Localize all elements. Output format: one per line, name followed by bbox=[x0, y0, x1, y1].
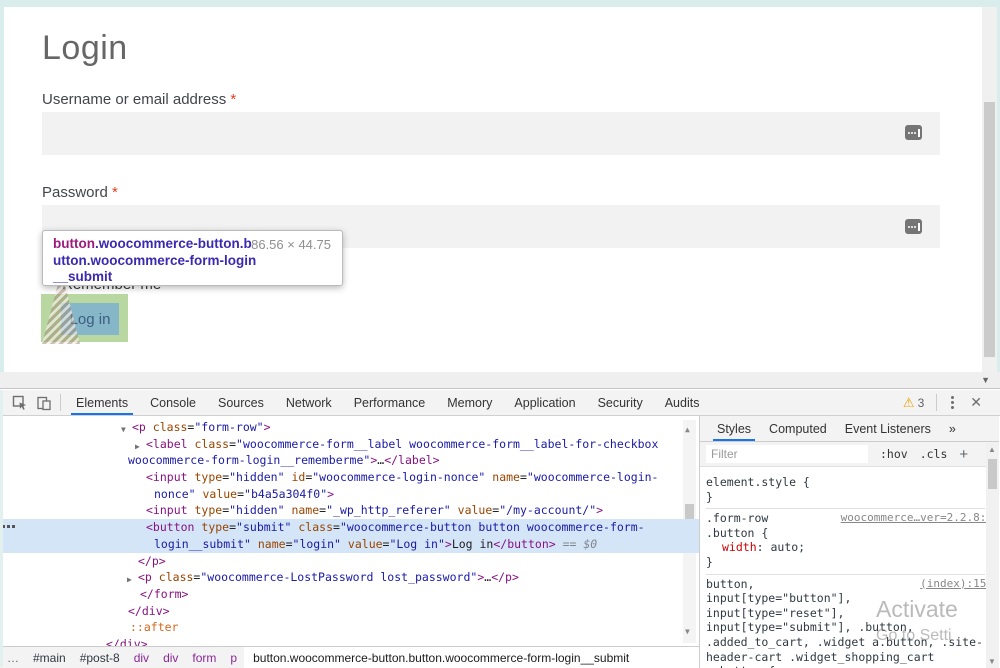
css-rules-list: element.style {}.form-rowwoocommerce…ver… bbox=[700, 467, 999, 668]
css-selector: .added_to_cart, .widget a.button, .site- bbox=[706, 635, 983, 649]
css-selector: input[type="button"], bbox=[706, 591, 851, 605]
devtools-panel: ElementsConsoleSourcesNetworkPerformance… bbox=[0, 390, 1000, 667]
scroll-down-icon[interactable]: ▼ bbox=[981, 375, 990, 385]
breadcrumb-item[interactable]: div bbox=[156, 647, 185, 668]
hov-toggle[interactable]: :hov bbox=[880, 447, 908, 461]
page-scrollbar-thumb[interactable] bbox=[984, 102, 995, 357]
css-selector: header-cart .widget_shopping_cart bbox=[706, 650, 934, 664]
password-manager-icon[interactable] bbox=[905, 125, 922, 140]
css-selector: input[type="submit"], .button, bbox=[706, 620, 914, 634]
dom-tree-line[interactable]: ▼<p class="form-row"> bbox=[0, 419, 699, 436]
css-property-name[interactable]: width bbox=[722, 540, 757, 554]
page-scrollbar-bottom: ▼ bbox=[0, 372, 1000, 389]
breadcrumb-item[interactable]: p bbox=[223, 647, 244, 668]
password-label: Password * bbox=[42, 184, 118, 201]
dom-tree-line[interactable]: <button type="submit" class="woocommerce… bbox=[0, 519, 699, 536]
dom-tree-line[interactable]: </form> bbox=[0, 586, 699, 603]
devtools-tab-console[interactable]: Console bbox=[139, 390, 207, 415]
sidebar-tab-event-listeners[interactable]: Event Listeners bbox=[836, 416, 940, 441]
devtools-tab-memory[interactable]: Memory bbox=[436, 390, 503, 415]
toolbar-divider bbox=[60, 394, 61, 411]
dom-tree-line[interactable]: login__submit" name="login" value="Log i… bbox=[0, 536, 699, 553]
devtools-toolbar: ElementsConsoleSourcesNetworkPerformance… bbox=[0, 390, 1000, 416]
required-asterisk: * bbox=[230, 91, 236, 108]
styles-sidebar: StylesComputedEvent Listeners» :hov .cls… bbox=[700, 416, 999, 668]
dom-tree-line[interactable]: <input type="hidden" id="woocommerce-log… bbox=[0, 469, 699, 486]
devtools-tab-audits[interactable]: Audits bbox=[654, 390, 711, 415]
elements-panel: ▲ ▼ ▼<p class="form-row">▶<label class="… bbox=[0, 416, 700, 668]
username-label: Username or email address * bbox=[42, 91, 236, 108]
breadcrumb-item[interactable]: form bbox=[185, 647, 223, 668]
sidebar-tab-styles[interactable]: Styles bbox=[708, 416, 760, 441]
inspect-tooltip: button.woocommerce-button.b 86.56 × 44.7… bbox=[42, 230, 343, 286]
sidebar-tab-bar: StylesComputedEvent Listeners» bbox=[700, 416, 999, 442]
device-toolbar-icon[interactable] bbox=[32, 392, 56, 414]
close-icon[interactable]: ✕ bbox=[964, 394, 992, 411]
sidebar-tabs-overflow-icon[interactable]: » bbox=[940, 416, 965, 441]
dom-tree-line[interactable]: </div> bbox=[0, 603, 699, 620]
password-manager-icon[interactable] bbox=[905, 219, 922, 234]
dom-tree: ▲ ▼ ▼<p class="form-row">▶<label class="… bbox=[0, 416, 699, 646]
styles-scrollbar[interactable]: ▲ ▼ bbox=[986, 443, 999, 668]
dom-tree-line[interactable]: nonce" value="b4a5a304f0"> bbox=[0, 486, 699, 503]
username-input[interactable] bbox=[42, 112, 940, 155]
css-rule[interactable]: .form-rowwoocommerce…ver=2.2.8:1.button … bbox=[706, 509, 985, 574]
devtools-tab-application[interactable]: Application bbox=[503, 390, 586, 415]
dom-breadcrumb: …#main#post-8divdivformpbutton.woocommer… bbox=[0, 646, 699, 668]
new-style-rule-button[interactable]: + bbox=[959, 446, 968, 463]
css-rule[interactable]: button,(index):155input[type="button"],i… bbox=[706, 575, 985, 668]
browser-page-viewport: Login Username or email address * Passwo… bbox=[0, 0, 1000, 372]
dom-tree-line[interactable]: woocommerce-form-login__rememberme">…</l… bbox=[0, 452, 699, 469]
stylesheet-source-link[interactable]: (index):155 bbox=[920, 577, 993, 592]
css-selector: input[type="reset"], bbox=[706, 606, 844, 620]
css-selector: .form-row bbox=[706, 511, 768, 525]
sidebar-tab-computed[interactable]: Computed bbox=[760, 416, 836, 441]
styles-filter-row: :hov .cls + bbox=[700, 442, 999, 467]
page-title: Login bbox=[42, 29, 128, 68]
toolbar-divider bbox=[936, 394, 937, 411]
devtools-tab-performance[interactable]: Performance bbox=[343, 390, 437, 415]
css-selector: .button { bbox=[706, 526, 768, 540]
warning-triangle-icon[interactable]: ⚠ bbox=[903, 395, 915, 411]
node-options-dots[interactable] bbox=[2, 525, 15, 528]
devtools-tab-bar: ElementsConsoleSourcesNetworkPerformance… bbox=[65, 390, 710, 415]
cls-toggle[interactable]: .cls bbox=[920, 447, 948, 461]
warning-count[interactable]: 3 bbox=[918, 396, 925, 410]
dom-tree-line[interactable]: </div> bbox=[0, 636, 699, 646]
css-selector: button, bbox=[706, 577, 754, 591]
css-rule[interactable]: element.style {} bbox=[706, 473, 985, 509]
dom-tree-line[interactable]: </p> bbox=[0, 553, 699, 570]
tooltip-tag: button bbox=[53, 236, 95, 251]
breadcrumb-item[interactable]: … bbox=[0, 647, 26, 668]
devtools-tab-network[interactable]: Network bbox=[275, 390, 343, 415]
breadcrumb-item[interactable]: div bbox=[127, 647, 156, 668]
styles-filter-input[interactable] bbox=[706, 445, 868, 463]
stylesheet-source-link[interactable]: woocommerce…ver=2.2.8:1 bbox=[841, 511, 993, 526]
breadcrumb-item[interactable]: #post-8 bbox=[73, 647, 127, 668]
devtools-tab-elements[interactable]: Elements bbox=[65, 390, 139, 415]
devtools-tab-security[interactable]: Security bbox=[587, 390, 654, 415]
dom-tree-line[interactable]: ::after bbox=[0, 619, 699, 636]
dom-tree-line[interactable]: ▶<label class="woocommerce-form__label w… bbox=[0, 436, 699, 453]
dom-tree-line[interactable]: ▶<p class="woocommerce-LostPassword lost… bbox=[0, 569, 699, 586]
css-selector: a.button { bbox=[706, 664, 775, 668]
breadcrumb-item[interactable]: #main bbox=[26, 647, 73, 668]
breadcrumb-item[interactable]: button.woocommerce-button.button.woocomm… bbox=[244, 647, 699, 668]
dom-tree-line[interactable]: <input type="hidden" name="_wp_http_refe… bbox=[0, 502, 699, 519]
tooltip-dimensions: 86.56 × 44.75 bbox=[251, 237, 331, 254]
scroll-up-icon[interactable]: ▲ bbox=[988, 445, 996, 454]
scroll-down-icon[interactable]: ▼ bbox=[988, 657, 996, 666]
devtools-tab-sources[interactable]: Sources bbox=[207, 390, 275, 415]
css-selector: element.style { bbox=[706, 475, 810, 489]
css-property-value[interactable]: : auto; bbox=[757, 540, 805, 554]
styles-scrollbar-thumb[interactable] bbox=[988, 459, 997, 489]
required-asterisk: * bbox=[112, 184, 118, 201]
kebab-menu-icon[interactable] bbox=[941, 396, 964, 409]
inspect-cursor-icon[interactable] bbox=[8, 392, 32, 414]
window-frame-edge bbox=[0, 390, 3, 667]
